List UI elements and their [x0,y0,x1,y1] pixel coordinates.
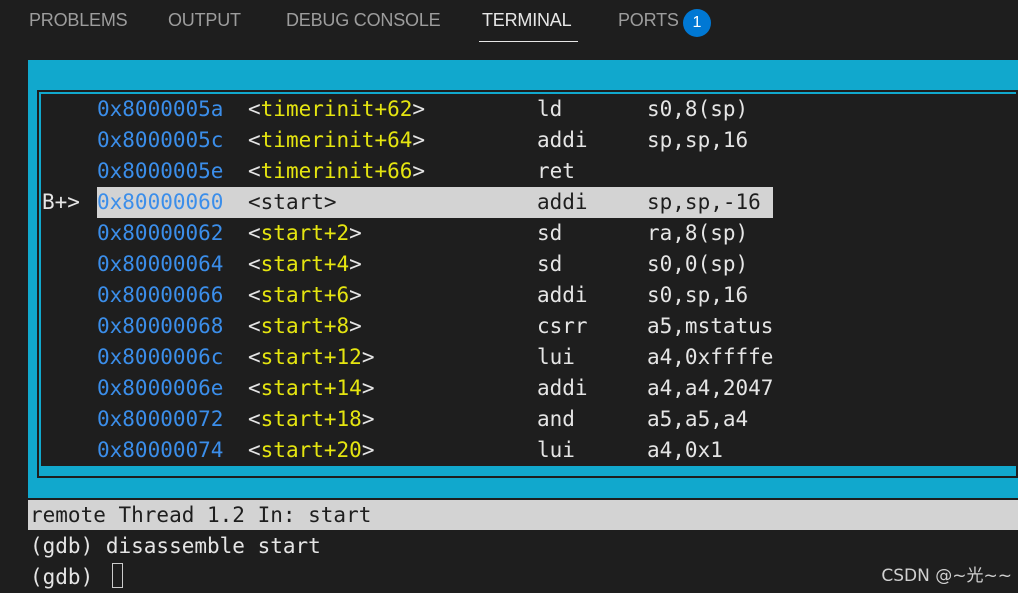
instruction-address: 0x80000066 [97,283,224,307]
tab-terminal[interactable]: TERMINAL [482,10,572,31]
symbol-name: timerinit+64 [260,128,413,152]
symbol-label: <start+12> [248,345,375,369]
symbol-name: start+6 [260,283,350,307]
instruction-opcode: ld [537,97,563,121]
disassembly-row: 0x8000005c <timerinit+64> addi sp,sp,16 [41,125,1018,156]
instruction-address: 0x8000005c [97,128,224,152]
tab-output[interactable]: OUTPUT [168,10,241,31]
symbol-name: timerinit+66 [260,159,413,183]
symbol-label: <timerinit+62> [248,97,426,121]
symbol-label: <start+14> [248,376,375,400]
tab-ports[interactable]: PORTS [618,10,679,31]
instruction-opcode: sd [537,221,563,245]
disassembly-row: 0x8000006e <start+14> addi a4,a4,2047 [41,373,1018,404]
instruction-address: 0x80000062 [97,221,224,245]
symbol-label: <start+2> [248,221,362,245]
instruction-address: 0x8000006c [97,345,224,369]
tab-debug-console[interactable]: DEBUG CONSOLE [286,10,441,31]
symbol-name: start [260,190,324,214]
symbol-label: <timerinit+66> [248,159,426,183]
instruction-opcode: and [537,407,575,431]
instruction-operands: sp,sp,16 [647,128,749,152]
instruction-opcode: lui [537,345,575,369]
active-tab-indicator [479,41,578,42]
symbol-name: start+20 [260,438,362,462]
disassembly-row: 0x80000062 <start+2> sd ra,8(sp) [41,218,1018,249]
symbol-label: <timerinit+64> [248,128,426,152]
instruction-operands: a4,a4,2047 [647,376,774,400]
instruction-opcode: addi [537,376,588,400]
symbol-name: start+18 [260,407,362,431]
instruction-address: 0x8000005a [97,97,224,121]
instruction-address: 0x8000006e [97,376,224,400]
symbol-name: start+8 [260,314,350,338]
terminal-cursor [112,563,123,588]
instruction-address: 0x80000072 [97,407,224,431]
terminal-prompt[interactable]: (gdb) [30,562,106,593]
terminal-line: (gdb) disassemble start [30,534,321,558]
instruction-operands: s0,sp,16 [647,283,749,307]
symbol-label: <start+18> [248,407,375,431]
instruction-operands: s0,8(sp) [647,97,749,121]
instruction-operands: a5,mstatus [647,314,774,338]
instruction-opcode: addi [537,283,588,307]
instruction-address: 0x80000060 [97,190,224,214]
symbol-name: timerinit+62 [260,97,413,121]
symbol-name: start+2 [260,221,350,245]
disassembly-row: B+> 0x80000060 <start> addi sp,sp,-16 [41,187,1018,218]
tab-problems[interactable]: PROBLEMS [29,10,128,31]
symbol-label: <start+6> [248,283,362,307]
instruction-opcode: addi [537,190,588,214]
symbol-name: start+12 [260,345,362,369]
disassembly-row: 0x8000005a <timerinit+62> ld s0,8(sp) [41,94,1018,125]
instruction-address: 0x80000064 [97,252,224,276]
instruction-address: 0x8000005e [97,159,224,183]
panel-tab-bar: PROBLEMS OUTPUT DEBUG CONSOLE TERMINAL P… [0,0,1018,46]
disassembly-row: 0x80000068 <start+8> csrr a5,mstatus [41,311,1018,342]
instruction-opcode: lui [537,438,575,462]
disassembly-row: 0x80000072 <start+18> and a5,a5,a4 [41,404,1018,435]
breakpoint-marker: B+> [42,190,80,214]
symbol-label: <start> [248,190,337,214]
disassembly-row: 0x80000064 <start+4> sd s0,0(sp) [41,249,1018,280]
disassembly-row: 0x80000074 <start+20> lui a4,0x1 [41,435,1018,466]
instruction-opcode: csrr [537,314,588,338]
instruction-operands: a4,0xffffe [647,345,774,369]
disassembly-row: 0x80000066 <start+6> addi s0,sp,16 [41,280,1018,311]
status-line: remote Thread 1.2 In: start [28,500,1018,530]
instruction-address: 0x80000074 [97,438,224,462]
symbol-label: <start+8> [248,314,362,338]
watermark: CSDN @~光~~ [881,566,1012,586]
disassembly-window[interactable]: 0x8000005a <timerinit+62> ld s0,8(sp) 0x8000… [41,94,1018,466]
instruction-operands: a4,0x1 [647,438,723,462]
instruction-opcode: ret [537,159,575,183]
instruction-address: 0x80000068 [97,314,224,338]
ports-count-badge: 1 [683,9,711,37]
symbol-label: <start+20> [248,438,375,462]
symbol-name: start+14 [260,376,362,400]
instruction-opcode: sd [537,252,563,276]
disassembly-row: 0x8000005e <timerinit+66> ret [41,156,1018,187]
symbol-label: <start+4> [248,252,362,276]
instruction-operands: ra,8(sp) [647,221,749,245]
instruction-operands: a5,a5,a4 [647,407,749,431]
symbol-name: start+4 [260,252,350,276]
instruction-opcode: addi [537,128,588,152]
disassembly-row: 0x8000006c <start+12> lui a4,0xffffe [41,342,1018,373]
instruction-operands: s0,0(sp) [647,252,749,276]
instruction-operands: sp,sp,-16 [647,190,761,214]
